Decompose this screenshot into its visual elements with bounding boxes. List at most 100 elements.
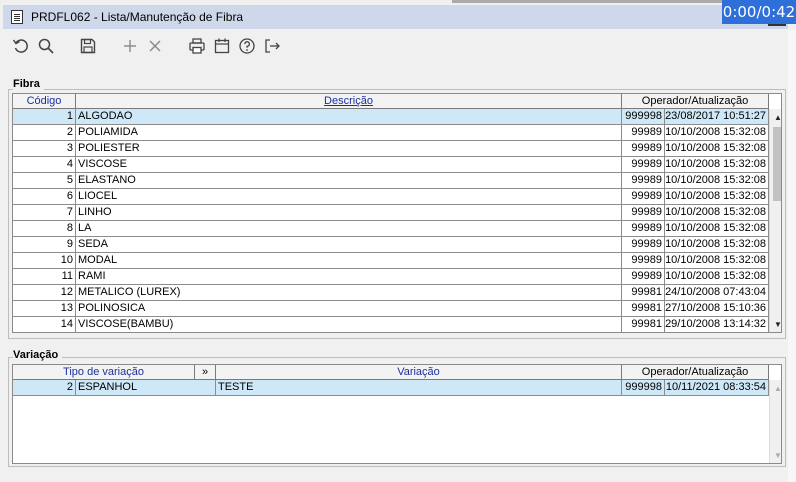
calendar-button[interactable]: [210, 34, 234, 58]
cell-operador[interactable]: 999998: [622, 380, 665, 395]
cell-data[interactable]: 23/08/2017 10:51:27: [665, 109, 769, 124]
cell-data[interactable]: 10/10/2008 15:32:08: [665, 269, 769, 284]
table-row[interactable]: 8 LA 99989 10/10/2008 15:32:08: [13, 221, 769, 237]
cell-codigo[interactable]: 4: [13, 157, 76, 172]
add-button[interactable]: [118, 34, 142, 58]
cell-data[interactable]: 10/10/2008 15:32:08: [665, 125, 769, 140]
cell-descricao[interactable]: LIOCEL: [76, 189, 622, 204]
cell-operador[interactable]: 99989: [622, 157, 665, 172]
cell-tipo-variacao[interactable]: ESPANHOL: [76, 380, 216, 395]
cell-data[interactable]: 10/10/2008 15:32:08: [665, 221, 769, 236]
variacao-vertical-scrollbar[interactable]: ▲ ▼: [769, 380, 781, 463]
cell-operador[interactable]: 99989: [622, 189, 665, 204]
cell-codigo[interactable]: 3: [13, 141, 76, 156]
cell-data[interactable]: 10/10/2008 15:32:08: [665, 157, 769, 172]
cell-descricao[interactable]: RAMI: [76, 269, 622, 284]
cell-operador[interactable]: 99989: [622, 205, 665, 220]
table-row[interactable]: 2 POLIAMIDA 99989 10/10/2008 15:32:08: [13, 125, 769, 141]
cell-descricao[interactable]: ALGODAO: [76, 109, 622, 124]
cell-codigo[interactable]: 11: [13, 269, 76, 284]
cell-operador[interactable]: 99989: [622, 221, 665, 236]
cell-codigo[interactable]: 2: [13, 125, 76, 140]
cell-data[interactable]: 29/10/2008 13:14:32: [665, 317, 769, 332]
expand-column-button[interactable]: »: [195, 365, 216, 380]
cell-descricao[interactable]: ELASTANO: [76, 173, 622, 188]
cell-descricao[interactable]: METALICO (LUREX): [76, 285, 622, 300]
cell-codigo[interactable]: 5: [13, 173, 76, 188]
table-row[interactable]: 6 LIOCEL 99989 10/10/2008 15:32:08: [13, 189, 769, 205]
cell-operador[interactable]: 99981: [622, 317, 665, 332]
cell-codigo[interactable]: 9: [13, 237, 76, 252]
cell-operador[interactable]: 99981: [622, 285, 665, 300]
scroll-up-arrow-icon[interactable]: ▲: [770, 109, 781, 125]
column-header-descricao[interactable]: Descrição: [76, 94, 622, 109]
cell-operador[interactable]: 99989: [622, 237, 665, 252]
help-button[interactable]: [235, 34, 259, 58]
cell-descricao[interactable]: POLIAMIDA: [76, 125, 622, 140]
variacao-grid[interactable]: Tipo de variação » Variação Operador/Atu…: [12, 364, 782, 464]
search-button[interactable]: [34, 34, 58, 58]
cell-operador[interactable]: 99989: [622, 269, 665, 284]
table-row[interactable]: 4 VISCOSE 99989 10/10/2008 15:32:08: [13, 157, 769, 173]
save-button[interactable]: [76, 34, 100, 58]
cell-operador[interactable]: 99989: [622, 125, 665, 140]
table-row[interactable]: 12 METALICO (LUREX) 99981 24/10/2008 07:43:…: [13, 285, 769, 301]
cell-codigo[interactable]: 6: [13, 189, 76, 204]
column-header-operador-variacao[interactable]: Operador/Atualização: [622, 365, 769, 380]
cell-operador[interactable]: 99989: [622, 173, 665, 188]
cell-data[interactable]: 10/10/2008 15:32:08: [665, 205, 769, 220]
table-row[interactable]: 3 POLIESTER 99989 10/10/2008 15:32:08: [13, 141, 769, 157]
table-row[interactable]: 7 LINHO 99989 10/10/2008 15:32:08: [13, 205, 769, 221]
cell-variacao[interactable]: TESTE: [216, 380, 622, 395]
cell-codigo[interactable]: 7: [13, 205, 76, 220]
cell-descricao[interactable]: SEDA: [76, 237, 622, 252]
column-header-codigo[interactable]: Código: [13, 94, 76, 109]
column-header-variacao[interactable]: Variação: [216, 365, 622, 380]
cell-data[interactable]: 10/11/2021 08:33:54: [665, 380, 769, 395]
cell-data[interactable]: 10/10/2008 15:32:08: [665, 141, 769, 156]
cell-descricao[interactable]: VISCOSE(BAMBU): [76, 317, 622, 332]
table-row[interactable]: 11 RAMI 99989 10/10/2008 15:32:08: [13, 269, 769, 285]
cell-data[interactable]: 10/10/2008 15:32:08: [665, 173, 769, 188]
cell-codigo[interactable]: 13: [13, 301, 76, 316]
cell-operador[interactable]: 99989: [622, 141, 665, 156]
refresh-button[interactable]: [9, 34, 33, 58]
cell-descricao[interactable]: VISCOSE: [76, 157, 622, 172]
cell-codigo[interactable]: 12: [13, 285, 76, 300]
table-row[interactable]: 5 ELASTANO 99989 10/10/2008 15:32:08: [13, 173, 769, 189]
cell-codigo[interactable]: 8: [13, 221, 76, 236]
cell-data[interactable]: 24/10/2008 07:43:04: [665, 285, 769, 300]
cell-descricao[interactable]: LA: [76, 221, 622, 236]
fibra-grid[interactable]: Código Descrição Operador/Atualização 1A…: [12, 93, 782, 333]
scroll-up-arrow-icon[interactable]: ▲: [770, 380, 781, 396]
cell-data[interactable]: 10/10/2008 15:32:08: [665, 253, 769, 268]
cell-codigo[interactable]: 10: [13, 253, 76, 268]
scroll-down-arrow-icon[interactable]: ▼: [770, 447, 781, 463]
table-row[interactable]: 2 ESPANHOL TESTE 999998 10/11/2021 08:33:54: [13, 380, 769, 396]
table-row[interactable]: 14 VISCOSE(BAMBU) 99981 29/10/2008 13:14:32: [13, 317, 769, 332]
scroll-down-arrow-icon[interactable]: ▼: [770, 316, 781, 332]
cell-codigo[interactable]: 14: [13, 317, 76, 332]
table-row[interactable]: 9 SEDA 99989 10/10/2008 15:32:08: [13, 237, 769, 253]
scrollbar-thumb[interactable]: [773, 127, 781, 201]
cell-descricao[interactable]: LINHO: [76, 205, 622, 220]
cell-operador[interactable]: 999998: [622, 109, 665, 124]
column-header-tipo-variacao[interactable]: Tipo de variação: [13, 365, 195, 380]
cell-operador[interactable]: 99989: [622, 253, 665, 268]
cell-data[interactable]: 27/10/2008 15:10:36: [665, 301, 769, 316]
column-header-operador[interactable]: Operador/Atualização: [622, 94, 769, 109]
print-button[interactable]: [185, 34, 209, 58]
cell-operador[interactable]: 99981: [622, 301, 665, 316]
fibra-vertical-scrollbar[interactable]: ▲ ▼: [769, 109, 781, 332]
delete-button[interactable]: [143, 34, 167, 58]
cell-descricao[interactable]: MODAL: [76, 253, 622, 268]
table-row[interactable]: 13 POLINOSICA 99981 27/10/2008 15:10:36: [13, 301, 769, 317]
cell-codigo[interactable]: 2: [13, 380, 76, 395]
table-row[interactable]: 10 MODAL 99989 10/10/2008 15:32:08: [13, 253, 769, 269]
cell-data[interactable]: 10/10/2008 15:32:08: [665, 189, 769, 204]
cell-codigo[interactable]: 1: [13, 109, 76, 124]
exit-button[interactable]: [260, 34, 284, 58]
cell-descricao[interactable]: POLIESTER: [76, 141, 622, 156]
cell-data[interactable]: 10/10/2008 15:32:08: [665, 237, 769, 252]
cell-descricao[interactable]: POLINOSICA: [76, 301, 622, 316]
